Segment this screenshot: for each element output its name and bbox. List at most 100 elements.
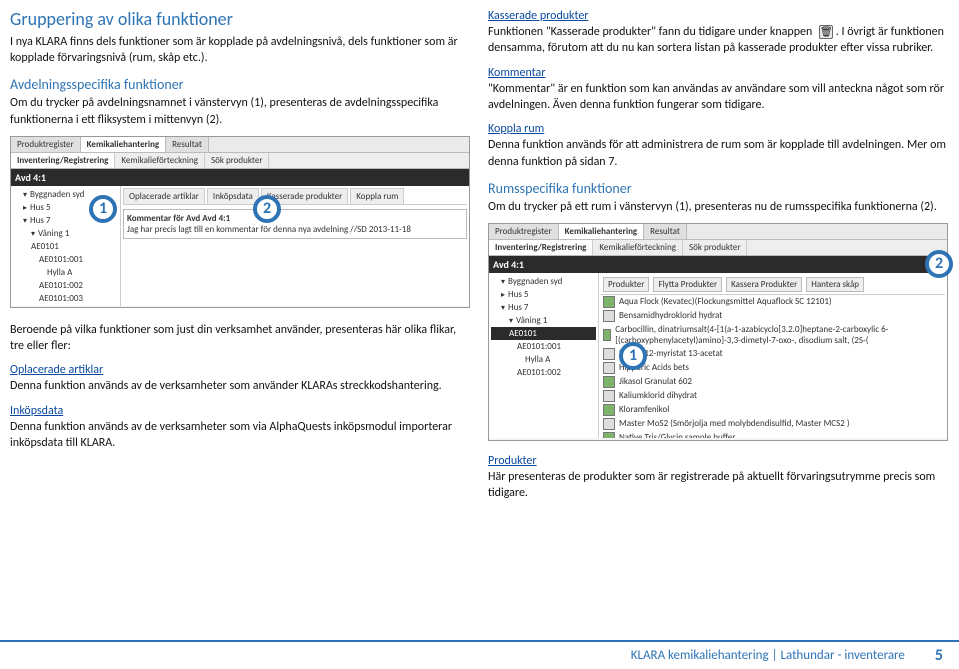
oplacerade-text: Denna funktion används av de verksamhete… bbox=[10, 379, 442, 393]
oplacerade-heading[interactable]: Oplacerade artiklar bbox=[10, 363, 103, 377]
subtab-forteckning[interactable]: Kemikalieförteckning bbox=[115, 153, 205, 168]
product-buttons: Produkter Flytta Produkter Kassera Produ… bbox=[601, 275, 945, 295]
kasserade-block: Kasserade produkter Funktionen "Kasserad… bbox=[488, 8, 948, 57]
page-footer: KLARA kemikaliehantering | Lathundar - i… bbox=[0, 640, 959, 669]
right-panel: Oplacerade artiklar Inköpsdata Kasserade… bbox=[121, 186, 469, 306]
tree2-hus7[interactable]: Hus 7 bbox=[491, 301, 596, 314]
tree2-ae0101[interactable]: AE0101 bbox=[491, 327, 596, 340]
tree2-vaning1[interactable]: Våning 1 bbox=[491, 314, 596, 327]
inkop-text: Denna funktion används av de verksamhete… bbox=[10, 420, 452, 450]
top-tabs2: Produktregister Kemikaliehantering Resul… bbox=[489, 224, 947, 240]
produkter-block: Produkter Här presenteras de produkter s… bbox=[488, 453, 948, 502]
btn-flytta[interactable]: Flytta Produkter bbox=[653, 277, 722, 292]
product-label: Kloramfenikol bbox=[619, 404, 669, 415]
kommentar-block: Kommentar "Kommentar" är en funktion som… bbox=[488, 65, 948, 114]
kasserade-heading[interactable]: Kasserade produkter bbox=[488, 9, 589, 23]
tab-kemikaliehantering[interactable]: Kemikaliehantering bbox=[81, 137, 167, 152]
sub-tabs2: Inventering/Registrering Kemikalieförtec… bbox=[489, 240, 947, 256]
inkop-block: Inköpsdata Denna funktion används av de … bbox=[10, 403, 470, 452]
marker-2b: 2 bbox=[925, 250, 953, 278]
list-item[interactable]: Kaliumklorid dihydrat bbox=[601, 389, 945, 403]
list-item[interactable]: Hippuric Acids bets bbox=[601, 361, 945, 375]
kommentar-heading[interactable]: Kommentar bbox=[488, 66, 546, 80]
product-label: Native Tris/Glycin sample buffer bbox=[619, 432, 735, 438]
koppla-heading[interactable]: Koppla rum bbox=[488, 122, 544, 136]
rumspec-title: Rumsspecifika funktioner bbox=[488, 180, 948, 197]
list-item[interactable]: Carbocillin, dinatriumsalt(4-[1(a-1-azab… bbox=[601, 323, 945, 347]
list-item[interactable]: Bensamidhydroklorid hydrat bbox=[601, 309, 945, 323]
tab2-kemikaliehantering[interactable]: Kemikaliehantering bbox=[559, 224, 645, 239]
product-list: Aqua Flock (Kevatec)(Flockungsmittel Aqu… bbox=[601, 295, 945, 438]
product-icon bbox=[603, 329, 611, 341]
comment-title: Kommentar för Avd Avd 4:1 bbox=[127, 213, 230, 224]
subtab2-forteckning[interactable]: Kemikalieförteckning bbox=[593, 240, 683, 255]
intro-paragraph: I nya KLARA finns dels funktioner som är… bbox=[10, 34, 470, 66]
tree-ae0101-002[interactable]: AE0101:002 bbox=[13, 279, 118, 292]
tab-produktregister[interactable]: Produktregister bbox=[11, 137, 81, 152]
rumspec-text: Om du trycker på ett rum i vänstervyn (1… bbox=[488, 199, 948, 215]
tree2-byggnaden[interactable]: Byggnaden syd bbox=[491, 275, 596, 288]
tab-resultat[interactable]: Resultat bbox=[166, 137, 209, 152]
section-title: Gruppering av olika funktioner bbox=[10, 8, 470, 30]
product-icon bbox=[603, 376, 615, 388]
right-column: Kasserade produkter Funktionen "Kasserad… bbox=[488, 8, 948, 509]
tree-ae0101[interactable]: AE0101 bbox=[13, 240, 118, 253]
list-item[interactable]: Aqua Flock (Kevatec)(Flockungsmittel Aqu… bbox=[601, 295, 945, 309]
kasserade-text1: Funktionen "Kasserade produkter" fann du… bbox=[488, 25, 812, 39]
list-item[interactable]: Native Tris/Glycin sample buffer bbox=[601, 431, 945, 438]
inkop-heading[interactable]: Inköpsdata bbox=[10, 404, 63, 418]
btn-kassera[interactable]: Kassera Produkter bbox=[726, 277, 802, 292]
subtab-inventering[interactable]: Inventering/Registrering bbox=[11, 153, 115, 168]
subtab2-inventering[interactable]: Inventering/Registrering bbox=[489, 240, 593, 255]
tab2-produktregister[interactable]: Produktregister bbox=[489, 224, 559, 239]
tree-ae0103-003[interactable]: AE0103:003 bbox=[13, 305, 118, 306]
page-number: 5 bbox=[935, 646, 943, 665]
avd-band: Avd 4:1 bbox=[11, 169, 469, 186]
subtab-sok[interactable]: Sök produkter bbox=[205, 153, 270, 168]
product-label: Bensamidhydroklorid hydrat bbox=[619, 310, 722, 321]
sub-tabs: Inventering/Registrering Kemikalieförtec… bbox=[11, 153, 469, 169]
tree-ae0101-001[interactable]: AE0101:001 bbox=[13, 253, 118, 266]
comment-box: Kommentar för Avd Avd 4:1 Jag har precis… bbox=[123, 209, 467, 239]
prodtab-koppla[interactable]: Koppla rum bbox=[350, 188, 404, 204]
list-item[interactable]: Master MoS2 (Smörjolja med molybdendisul… bbox=[601, 417, 945, 431]
product-label: Aqua Flock (Kevatec)(Flockungsmittel Aqu… bbox=[619, 296, 832, 307]
list-item[interactable]: Jikasol Granulat 602 bbox=[601, 375, 945, 389]
oplacerade-block: Oplacerade artiklar Denna funktion använ… bbox=[10, 362, 470, 394]
beroende-paragraph: Beroende på vilka funktioner som just di… bbox=[10, 322, 470, 354]
product-icon bbox=[603, 418, 615, 430]
marker-2: 2 bbox=[253, 195, 281, 223]
tree-vaning1[interactable]: Våning 1 bbox=[13, 227, 118, 240]
trash-icon bbox=[819, 25, 833, 39]
marker-1: 1 bbox=[89, 195, 117, 223]
tree2-hus5[interactable]: Hus 5 bbox=[491, 288, 596, 301]
btn-hantera-skap[interactable]: Hantera skåp bbox=[806, 277, 864, 292]
subtab2-sok[interactable]: Sök produkter bbox=[683, 240, 748, 255]
tree-hyllaa[interactable]: Hylla A bbox=[13, 266, 118, 279]
list-item[interactable]: Fordol 12-myristat 13-acetat bbox=[601, 347, 945, 361]
product-icon bbox=[603, 348, 615, 360]
product-label: Kaliumklorid dihydrat bbox=[619, 390, 697, 401]
prodtab-oplacerade[interactable]: Oplacerade artiklar bbox=[123, 188, 205, 204]
tree2-ae0101-001[interactable]: AE0101:001 bbox=[491, 340, 596, 353]
top-tabs: Produktregister Kemikaliehantering Resul… bbox=[11, 137, 469, 153]
btn-produkter[interactable]: Produkter bbox=[603, 277, 649, 292]
left-column: Gruppering av olika funktioner I nya KLA… bbox=[10, 8, 470, 509]
tree2-hyllaa[interactable]: Hylla A bbox=[491, 353, 596, 366]
tab2-resultat[interactable]: Resultat bbox=[644, 224, 687, 239]
screenshot-room: Produktregister Kemikaliehantering Resul… bbox=[488, 223, 948, 441]
prodtab-inkop[interactable]: Inköpsdata bbox=[207, 188, 259, 204]
product-icon bbox=[603, 390, 615, 402]
avd-band2: Avd 4:1 bbox=[489, 256, 947, 273]
right-panel2: Produkter Flytta Produkter Kassera Produ… bbox=[599, 273, 947, 438]
marker-1b: 1 bbox=[619, 342, 647, 370]
product-icon bbox=[603, 296, 615, 308]
product-icon bbox=[603, 404, 615, 416]
produkter-text: Här presenteras de produkter som är regi… bbox=[488, 470, 935, 500]
tree-ae0101-003[interactable]: AE0101:003 bbox=[13, 292, 118, 305]
product-label: Master MoS2 (Smörjolja med molybdendisul… bbox=[619, 418, 850, 429]
produkter-heading[interactable]: Produkter bbox=[488, 454, 537, 468]
list-item[interactable]: Kloramfenikol bbox=[601, 403, 945, 417]
avd-subtitle: Avdelningsspecifika funktioner bbox=[10, 76, 470, 93]
tree2-ae0101-002[interactable]: AE0101:002 bbox=[491, 366, 596, 379]
